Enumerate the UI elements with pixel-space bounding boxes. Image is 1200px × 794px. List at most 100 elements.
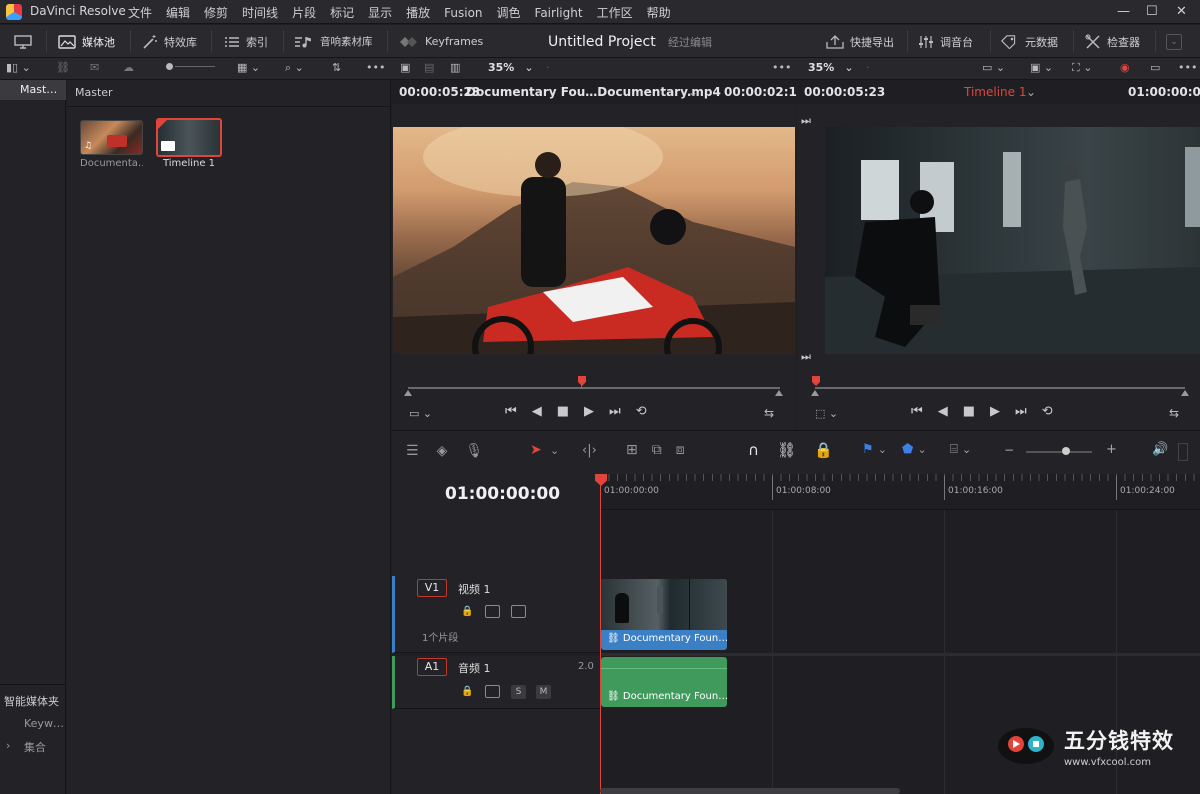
zoom-slider-handle[interactable]	[1062, 447, 1070, 455]
source-clip-type-select[interactable]: ▭ ⌄	[409, 407, 432, 420]
menu-timeline[interactable]: 时间线	[242, 4, 278, 21]
record-options-icon[interactable]: •••	[1178, 61, 1197, 74]
chevron-down-icon[interactable]: ⌄	[1026, 85, 1036, 99]
timeline-out-marker[interactable]	[1181, 390, 1189, 396]
video-track-id[interactable]: V1	[417, 579, 447, 597]
chevron-down-icon[interactable]: ⌄	[688, 85, 698, 99]
menu-color[interactable]: 调色	[497, 4, 521, 21]
flag-icon[interactable]: ⚑ ⌄	[862, 442, 887, 457]
menu-fusion[interactable]: Fusion	[444, 6, 482, 20]
minimize-icon[interactable]: —	[1117, 4, 1130, 19]
lock-icon[interactable]: 🔒	[461, 686, 473, 697]
linked-selection-icon[interactable]: ⛓	[777, 441, 796, 459]
sort-icon[interactable]: ⇅	[332, 61, 341, 74]
volume-icon[interactable]: 🔊	[1152, 442, 1168, 457]
audio-track-id[interactable]: A1	[417, 658, 447, 676]
video-clip[interactable]: ⛓ Documentary Foun…	[601, 579, 727, 650]
menu-help[interactable]: 帮助	[647, 4, 671, 21]
hq-icon[interactable]: ▣ ⌄	[1030, 61, 1053, 74]
bin-master[interactable]: Mast…	[0, 80, 66, 100]
zoom-slider[interactable]	[1026, 451, 1092, 453]
source-clip-name[interactable]: Documentary Fou…Documentary.mp4	[466, 85, 721, 99]
close-icon[interactable]: ✕	[1176, 4, 1187, 19]
source-view-icon[interactable]: ▣	[400, 61, 410, 74]
transform-mode-select[interactable]: ⬚ ⌄	[815, 407, 838, 420]
link-icon[interactable]: ⛓	[56, 61, 70, 74]
video-track-header[interactable]: V1 视频 1 🔒 1个片段	[392, 576, 600, 653]
audio-track-name[interactable]: 音频 1	[458, 660, 491, 676]
smart-bins-header[interactable]: 智能媒体夹	[4, 693, 59, 709]
loop-icon[interactable]: ⟲	[1042, 404, 1053, 419]
menu-mark[interactable]: 标记	[330, 4, 354, 21]
match-frame-icon[interactable]: ⇆	[1169, 406, 1179, 420]
stop-icon[interactable]: ■	[557, 404, 569, 419]
thumbnail-size-slider[interactable]	[166, 63, 215, 70]
snapping-magnet-icon[interactable]: ∩	[748, 441, 759, 459]
timeline-playhead-line[interactable]	[600, 484, 601, 794]
zoom-mode-icon[interactable]: ⌸ ⌄	[950, 442, 971, 457]
auto-select-icon[interactable]	[485, 685, 500, 698]
expand-toolbar-button[interactable]: ⌄	[1166, 25, 1182, 58]
metadata-button[interactable]: 元数据	[1001, 25, 1058, 58]
film-strip-icon[interactable]: ▤	[424, 61, 434, 74]
smart-bin-keywords[interactable]: Keyw…	[24, 717, 64, 730]
play-icon[interactable]: ▶	[990, 404, 1000, 419]
menu-edit[interactable]: 编辑	[166, 4, 190, 21]
zoom-in-icon[interactable]: +	[1106, 442, 1117, 457]
inspector-button[interactable]: 检查器	[1085, 25, 1140, 58]
timeline-name-select[interactable]: Timeline 1	[964, 85, 1026, 99]
audio-track-header[interactable]: A1 音频 1 2.0 🔒 S M	[392, 656, 600, 709]
panel-layout-icon[interactable]: ▮▯ ⌄	[6, 61, 31, 74]
record-zoom-select[interactable]: 35% ⌄	[808, 61, 854, 74]
solo-button[interactable]: S	[511, 685, 526, 699]
menu-playback[interactable]: 播放	[406, 4, 430, 21]
grid-view-icon[interactable]: ▦ ⌄	[237, 61, 260, 74]
menu-view[interactable]: 显示	[368, 4, 392, 21]
timeline-view-options-icon[interactable]: ☰	[406, 443, 419, 459]
next-edit-icon[interactable]: ⏭	[801, 350, 811, 364]
audio-clip[interactable]: ⛓ Documentary Foun…	[601, 657, 728, 707]
stop-icon[interactable]: ■	[963, 404, 975, 419]
play-reverse-icon[interactable]: ◀	[938, 404, 948, 419]
marker-icon[interactable]: ⬟ ⌄	[902, 442, 927, 457]
aspect-icon[interactable]: ▭ ⌄	[982, 61, 1005, 74]
source-out-marker[interactable]	[775, 390, 783, 396]
microphone-icon[interactable]: 🎙	[465, 443, 483, 459]
replace-clip-icon[interactable]: ⧈	[676, 442, 685, 458]
chevron-right-icon[interactable]: ›	[6, 739, 10, 752]
more-options-icon[interactable]: •••	[366, 61, 385, 74]
keyframes-button[interactable]: Keyframes	[399, 25, 483, 58]
keyframe-track-icon[interactable]: ◈	[437, 443, 448, 459]
menu-workspace[interactable]: 工作区	[597, 4, 633, 21]
blade-tool-icon[interactable]: ‹|›	[582, 443, 597, 458]
overwrite-clip-icon[interactable]: ⧉	[652, 442, 662, 458]
workspace-toggle-button[interactable]	[14, 25, 32, 58]
jump-end-icon[interactable]: ⏭	[609, 404, 621, 419]
safe-area-icon[interactable]: ⛶ ⌄	[1072, 61, 1092, 75]
auto-select-icon[interactable]	[485, 605, 500, 618]
jump-start-icon[interactable]: ⏮	[505, 404, 517, 419]
insert-clip-icon[interactable]: ⊞	[626, 442, 638, 458]
timeline-ruler[interactable]: 01:00:00:00 01:00:08:00 01:00:16:00 01:0…	[600, 474, 1200, 510]
quick-export-button[interactable]: 快捷导出	[826, 25, 894, 58]
source-options-icon[interactable]: •••	[772, 61, 791, 74]
timeline-viewer-playhead[interactable]	[812, 376, 820, 386]
zoom-out-icon[interactable]: −	[1004, 443, 1014, 457]
timeline-scrubber-bar[interactable]	[815, 387, 1185, 389]
play-icon[interactable]: ▶	[584, 404, 594, 419]
maximize-icon[interactable]: ☐	[1146, 4, 1158, 19]
source-scrubber-bar[interactable]	[408, 387, 780, 389]
selection-tool-icon[interactable]: ➤	[530, 442, 542, 458]
source-in-marker[interactable]	[404, 390, 412, 396]
timeline-horizontal-scrollbar[interactable]	[600, 788, 900, 794]
search-icon[interactable]: ⌕ ⌄	[285, 61, 304, 75]
menu-clip[interactable]: 片段	[292, 4, 316, 21]
media-pool-button[interactable]: 媒体池	[58, 25, 115, 58]
jump-end-icon[interactable]: ⏭	[1015, 404, 1027, 419]
menu-fairlight[interactable]: Fairlight	[535, 6, 583, 20]
position-lock-icon[interactable]: 🔒	[814, 441, 833, 459]
match-frame-icon[interactable]: ⇆	[764, 406, 774, 420]
lock-icon[interactable]: 🔒	[461, 606, 473, 617]
mute-button[interactable]: M	[536, 685, 551, 699]
video-track-name[interactable]: 视频 1	[458, 581, 491, 597]
